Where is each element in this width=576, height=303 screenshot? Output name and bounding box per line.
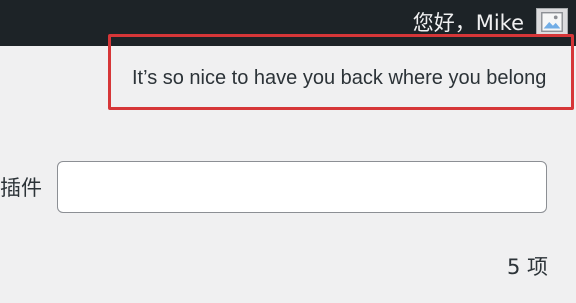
avatar-icon[interactable] xyxy=(536,8,568,36)
account-greeting[interactable]: 您好，Mike xyxy=(413,8,524,38)
search-label: 插件 xyxy=(0,176,42,200)
image-placeholder-icon xyxy=(541,12,563,32)
dolly-lyric: It’s so nice to have you back where you … xyxy=(132,67,547,89)
item-count: 5 项 xyxy=(506,255,548,279)
admin-bar: 您好，Mike xyxy=(0,0,576,46)
plugin-search-input[interactable] xyxy=(57,161,547,213)
